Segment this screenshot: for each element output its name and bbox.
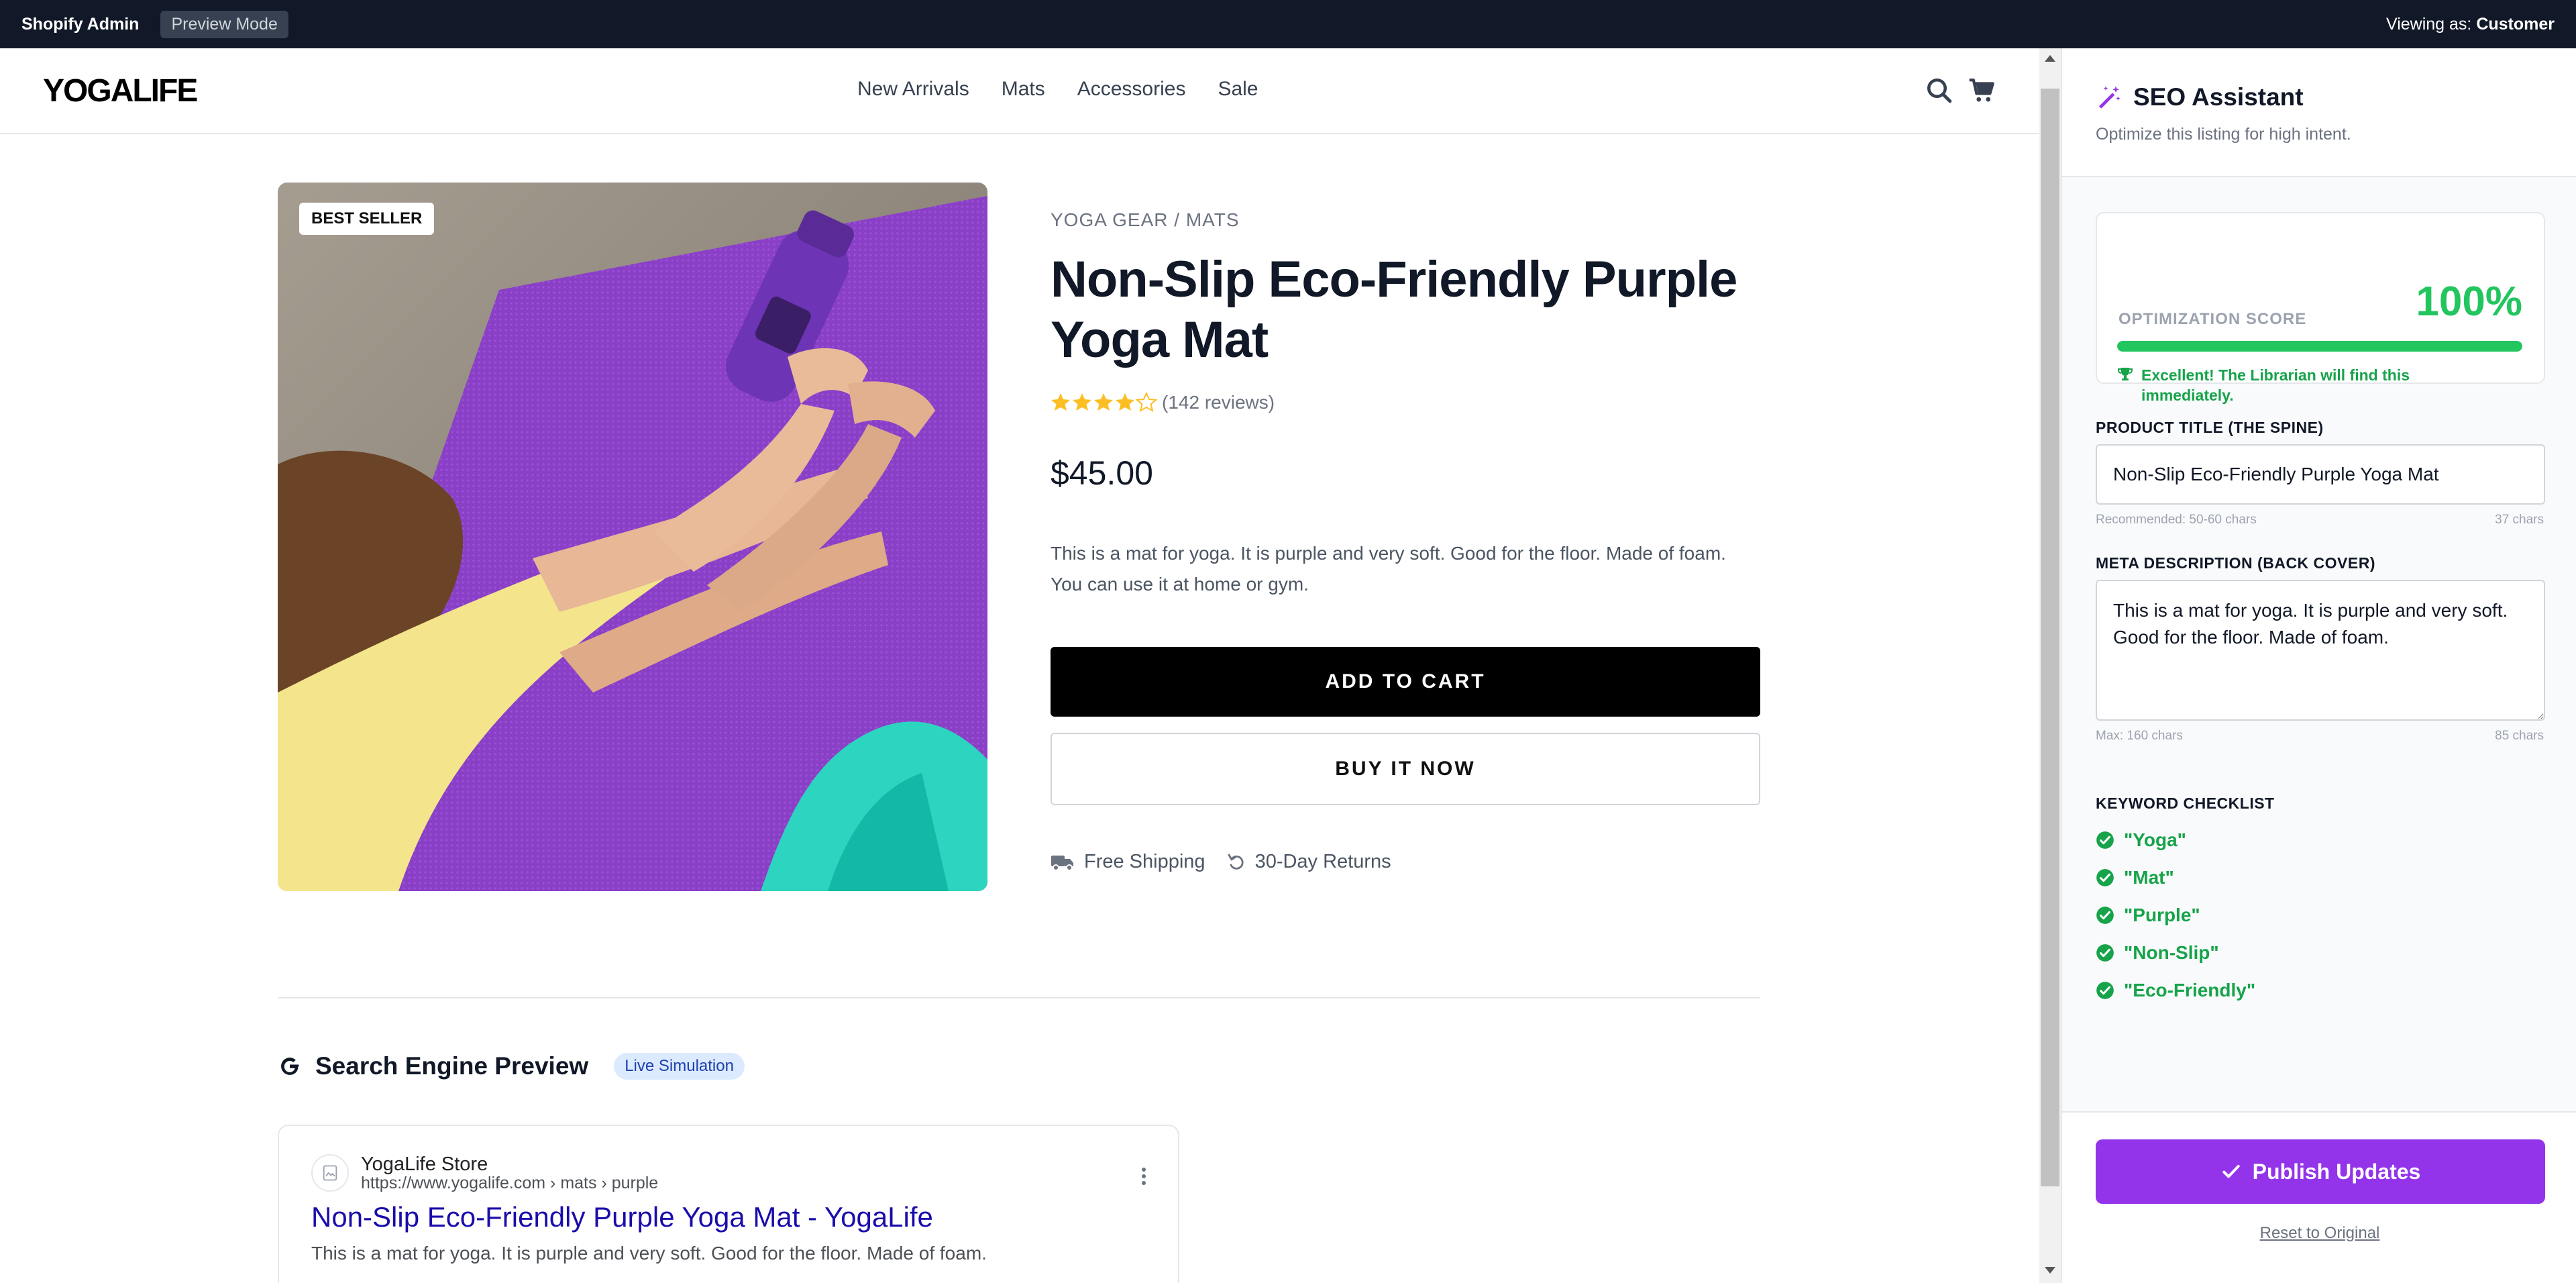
check-circle-icon [2096,907,2114,924]
perk-shipping: Free Shipping [1051,851,1205,873]
publish-updates-button[interactable]: Publish Updates [2096,1139,2545,1204]
serp-site-info: YogaLife Store https://www.yogalife.com … [361,1154,658,1192]
publish-updates-label: Publish Updates [2252,1159,2421,1184]
best-seller-badge: BEST SELLER [299,203,435,235]
score-label: OPTIMIZATION SCORE [2118,310,2307,328]
perk-returns: 30-Day Returns [1227,851,1391,873]
keyword-item-mat: "Mat" [2096,867,2174,888]
trophy-icon [2118,368,2133,380]
product-title-field-label: PRODUCT TITLE (THE SPINE) [2096,419,2324,436]
store-header: YOGALIFE New Arrivals Mats Accessories S… [0,48,2039,134]
keyword-item-non-slip: "Non-Slip" [2096,942,2219,964]
section-divider [278,997,1760,998]
meta-description-field-label: META DESCRIPTION (BACK COVER) [2096,554,2375,572]
product-title-input[interactable] [2096,444,2545,505]
seo-panel-title-row: SEO Assistant [2096,83,2304,111]
product-rating: (142 reviews) [1051,392,1760,413]
check-circle-icon [2096,869,2114,886]
preview-mode-badge: Preview Mode [160,10,288,38]
viewing-as-prefix: Viewing as: [2385,14,2477,34]
check-circle-icon [2096,944,2114,962]
google-g-icon [281,1058,299,1075]
store-scrollbar[interactable] [2039,48,2061,1283]
reset-to-original-link[interactable]: Reset to Original [2062,1224,2576,1243]
nav-item-mats[interactable]: Mats [1002,78,1045,101]
check-icon [2222,1165,2240,1178]
nav-item-accessories[interactable]: Accessories [1077,78,1186,101]
seo-assistant-panel: SEO Assistant Optimize this listing for … [2061,48,2576,1283]
main-nav: New Arrivals Mats Accessories Sale [857,78,1258,101]
product-price: $45.00 [1051,454,1153,492]
score-progress-bar [2117,341,2522,352]
keyword-text: "Yoga" [2124,829,2186,850]
scroll-up-arrow-icon[interactable] [2045,55,2055,62]
keyword-text: "Eco-Friendly" [2124,980,2256,1000]
store-logo[interactable]: YOGALIFE [43,72,198,109]
meta-description-textarea[interactable]: This is a mat for yoga. It is purple and… [2096,580,2545,721]
seo-panel-footer: Publish Updates Reset to Original [2062,1111,2576,1283]
keyword-checklist-label: KEYWORD CHECKLIST [2096,794,2275,812]
keyword-text: "Purple" [2124,905,2200,925]
viewing-as: Viewing as: Customer [2386,15,2555,34]
optimization-score-card: OPTIMIZATION SCORE 100% [2096,212,2545,384]
serp-site-row: YogaLife Store https://www.yogalife.com … [311,1154,1146,1192]
keyword-text: "Non-Slip" [2124,942,2219,963]
score-message: Excellent! The Librarian will find this … [2117,365,2493,405]
product-title: Non-Slip Eco-Friendly Purple Yoga Mat [1051,251,1737,368]
score-message-wrap: Excellent! The Librarian will find this … [2096,364,2545,411]
keyword-text: "Mat" [2124,867,2174,888]
score-progress-fill [2117,341,2522,352]
yoga-mat-photo [278,183,987,891]
more-options-icon[interactable] [1140,1166,1147,1186]
admin-bar: Shopify Admin Preview Mode Viewing as: C… [0,0,2576,48]
seo-panel-header: SEO Assistant Optimize this listing for … [2062,48,2576,177]
serp-heading: Search Engine Preview [315,1052,589,1080]
serp-url: https://www.yogalife.com › mats › purple [361,1174,659,1192]
check-circle-icon [2096,831,2114,849]
add-to-cart-button[interactable]: ADD TO CART [1051,647,1760,717]
review-count[interactable]: (142 reviews) [1162,392,1275,413]
scroll-down-arrow-icon[interactable] [2045,1267,2055,1274]
serp-header: Search Engine Preview Live Simulation [278,1052,745,1080]
nav-item-sale[interactable]: Sale [1218,78,1258,101]
viewing-as-role: Customer [2476,14,2555,34]
meta-description-hint: Max: 160 chars [2096,729,2183,743]
product-image: BEST SELLER [278,183,987,891]
score-percent: 100% [2416,278,2522,325]
keyword-item-yoga: "Yoga" [2096,829,2186,851]
product-description: This is a mat for yoga. It is purple and… [1051,543,1726,595]
product-title-char-count: 37 chars [2495,513,2544,527]
star-rating-icon [1051,393,1157,411]
search-icon[interactable] [1925,76,1953,105]
favicon-icon [311,1154,349,1192]
serp-site-name: YogaLife Store [361,1153,488,1175]
perk-returns-label: 30-Day Returns [1254,851,1391,872]
serp-description: This is a mat for yoga. It is purple and… [311,1243,987,1264]
product-perks: Free Shipping 30-Day Returns [1051,851,1760,873]
live-simulation-badge: Live Simulation [614,1053,745,1080]
breadcrumb[interactable]: YOGA GEAR / MATS [1051,209,1760,231]
buy-it-now-button[interactable]: BUY IT NOW [1051,733,1760,805]
product-info: YOGA GEAR / MATS Non-Slip Eco-Friendly P… [1051,209,1760,873]
product-title-hint: Recommended: 50-60 chars [2096,513,2257,527]
serp-title-link[interactable]: Non-Slip Eco-Friendly Purple Yoga Mat - … [311,1201,1146,1233]
check-circle-icon [2096,982,2114,999]
magic-wand-icon [2099,86,2121,109]
storefront: YOGALIFE New Arrivals Mats Accessories S… [0,48,2039,1283]
meta-description-char-count: 85 chars [2495,729,2544,743]
nav-item-new-arrivals[interactable]: New Arrivals [857,78,969,101]
score-message-text: Excellent! The Librarian will find this … [2141,366,2410,404]
seo-panel-title: SEO Assistant [2133,83,2304,111]
keyword-item-purple: "Purple" [2096,905,2200,926]
seo-panel-subtitle: Optimize this listing for high intent. [2096,125,2351,144]
admin-brand: Shopify Admin [21,14,140,34]
perk-shipping-label: Free Shipping [1084,851,1205,872]
return-arrow-icon [1228,854,1244,870]
cart-icon[interactable] [1968,76,1996,105]
keyword-item-eco-friendly: "Eco-Friendly" [2096,980,2255,1001]
truck-icon [1051,855,1073,871]
scrollbar-thumb[interactable] [2041,89,2059,1186]
serp-result-card: YogaLife Store https://www.yogalife.com … [278,1125,1179,1283]
